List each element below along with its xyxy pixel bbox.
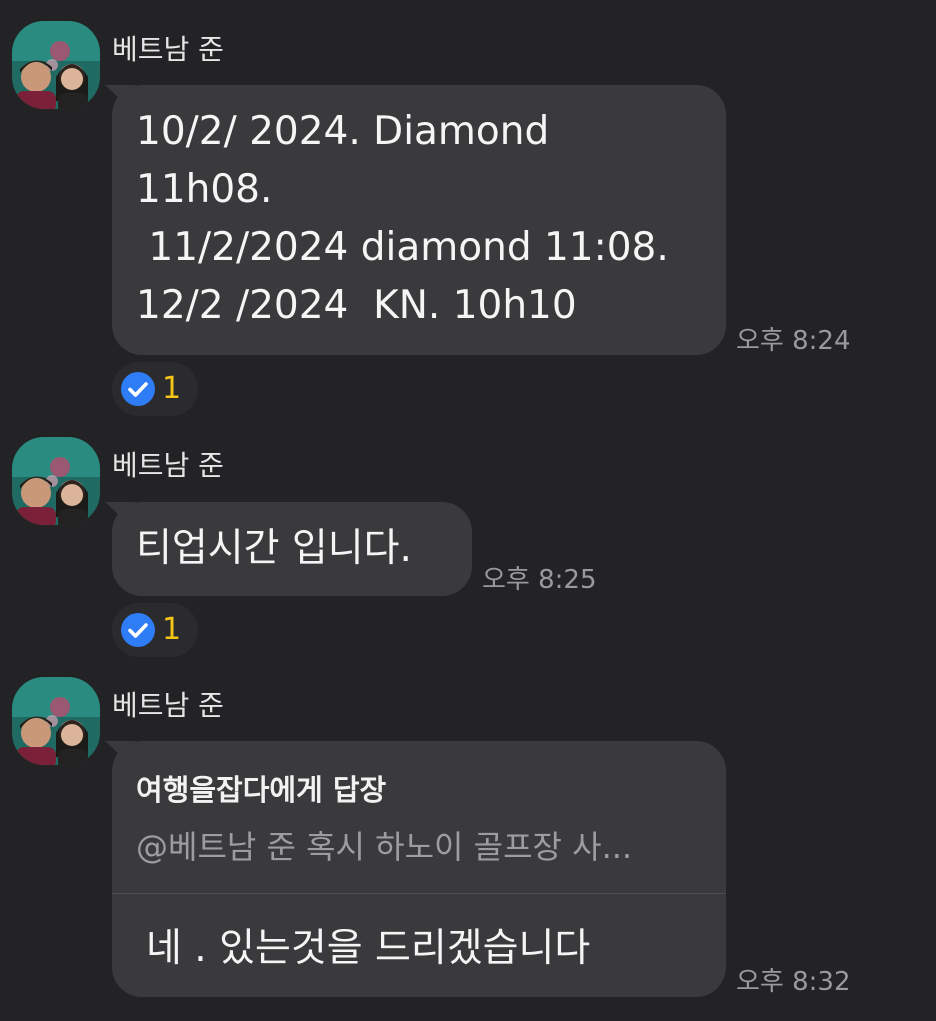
message-timestamp: 오후 8:32	[736, 967, 851, 997]
message-text: 티업시간 입니다.	[136, 520, 412, 578]
sender-name: 베트남 준	[112, 33, 224, 66]
sender-avatar[interactable]	[12, 677, 100, 765]
check-badge-icon	[121, 372, 155, 406]
message-line: 11h08.	[136, 167, 273, 212]
message-line: 10/2/ 2024. Diamond	[136, 109, 550, 154]
message-bubble[interactable]: 티업시간 입니다.	[105, 502, 472, 596]
message-bubble[interactable]: 10/2/ 2024. Diamond 11h08. 11/2/2024 dia…	[105, 85, 726, 355]
reaction-count: 1	[162, 371, 182, 406]
reaction-count: 1	[162, 612, 182, 647]
message-timestamp: 오후 8:25	[482, 565, 597, 595]
chat-screen: 베트남 준 10/2/ 2024. Diamond 11h08. 11/2/20…	[0, 0, 936, 1021]
sender-avatar[interactable]	[12, 21, 100, 109]
message-line: 11/2/2024 diamond 11:08.	[136, 225, 669, 270]
message-text: 10/2/ 2024. Diamond 11h08. 11/2/2024 dia…	[136, 103, 669, 335]
bubble-tail	[105, 85, 135, 113]
reply-header: 여행을잡다에게 답장	[136, 773, 387, 807]
reply-divider	[112, 893, 726, 894]
message-line: 티업시간 입니다.	[136, 526, 412, 571]
message-text: 네 . 있는것을 드리겠습니다	[146, 926, 591, 971]
sender-avatar[interactable]	[12, 437, 100, 525]
sender-name: 베트남 준	[112, 449, 224, 482]
reply-message-bubble[interactable]: 여행을잡다에게 답장 @베트남 준 혹시 하노이 골프장 사... 네 . 있는…	[105, 741, 726, 997]
reply-quote-preview[interactable]: @베트남 준 혹시 하노이 골프장 사...	[136, 825, 632, 869]
reaction-chip[interactable]: 1	[112, 603, 198, 657]
check-badge-icon	[121, 613, 155, 647]
message-timestamp: 오후 8:24	[736, 326, 851, 356]
sender-name: 베트남 준	[112, 689, 224, 722]
bubble-tail	[105, 502, 135, 530]
reaction-chip[interactable]: 1	[112, 362, 198, 416]
bubble-tail	[105, 741, 135, 769]
message-line: 12/2 /2024 KN. 10h10	[136, 283, 577, 328]
